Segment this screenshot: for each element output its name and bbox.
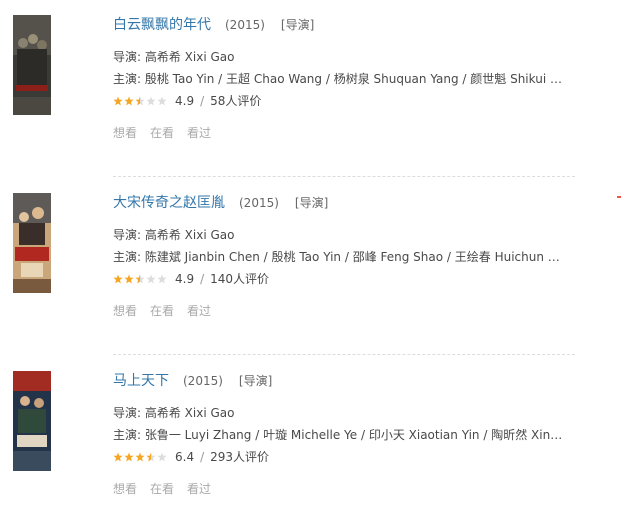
star-full-icon — [124, 452, 134, 462]
director-line: 导演: 高希希 Xixi Gao — [113, 228, 235, 242]
subject-title-link[interactable]: 大宋传奇之赵匡胤 — [113, 192, 225, 212]
star-half-icon — [146, 452, 156, 462]
watched-link[interactable]: 看过 — [187, 302, 211, 319]
subject-role: [导演] — [238, 374, 273, 388]
subject-year: (2015) — [183, 374, 223, 388]
star-half-icon — [135, 96, 145, 106]
watched-link[interactable]: 看过 — [187, 124, 211, 141]
rating-score: 4.9 — [175, 272, 195, 286]
star-empty-icon — [146, 274, 156, 284]
poster-image[interactable] — [13, 15, 51, 115]
star-empty-icon — [157, 452, 167, 462]
rating-score: 4.9 — [175, 94, 195, 108]
subject-title-link[interactable]: 马上天下 — [113, 370, 169, 390]
star-empty-icon — [157, 96, 167, 106]
subject-year: (2015) — [239, 196, 279, 210]
want-watch-link[interactable]: 想看 — [113, 302, 137, 319]
cast-line: 主演: 陈建斌 Jianbin Chen / 殷桃 Tao Yin / 邵峰 F… — [113, 250, 563, 264]
rating-stars — [113, 96, 167, 106]
rating-separator: / — [200, 272, 205, 286]
watched-link[interactable]: 看过 — [187, 480, 211, 497]
subject-role: [导演] — [294, 196, 329, 210]
rating-stars — [113, 452, 167, 462]
star-full-icon — [135, 452, 145, 462]
action-links: 想看 在看 看过 — [113, 480, 622, 497]
watching-link[interactable]: 在看 — [150, 480, 174, 497]
review-count: 293人评价 — [210, 450, 270, 464]
watching-link[interactable]: 在看 — [150, 302, 174, 319]
star-half-icon — [135, 274, 145, 284]
item-divider — [113, 176, 575, 177]
subject-item: 马上天下 (2015) [导演] 导演: 高希希 Xixi Gao 主演: 张鲁… — [0, 356, 622, 513]
review-count: 58人评价 — [210, 94, 262, 108]
star-empty-icon — [146, 96, 156, 106]
cast-line: 主演: 张鲁一 Luyi Zhang / 叶璇 Michelle Ye / 印小… — [113, 428, 563, 442]
poster-image[interactable] — [13, 193, 51, 293]
rating-row: 6.4 / 293人评价 — [113, 446, 622, 468]
rating-row: 4.9 / 140人评价 — [113, 268, 622, 290]
action-links: 想看 在看 看过 — [113, 302, 622, 319]
subject-title-link[interactable]: 白云飘飘的年代 — [113, 14, 211, 34]
director-line: 导演: 高希希 Xixi Gao — [113, 50, 235, 64]
star-full-icon — [113, 452, 123, 462]
rating-separator: / — [200, 450, 205, 464]
cast-line: 主演: 殷桃 Tao Yin / 王超 Chao Wang / 杨树泉 Shuq… — [113, 72, 563, 86]
subject-item: 大宋传奇之赵匡胤 (2015) [导演] 导演: 高希希 Xixi Gao 主演… — [0, 178, 622, 356]
action-links: 想看 在看 看过 — [113, 124, 622, 141]
star-full-icon — [113, 274, 123, 284]
star-full-icon — [113, 96, 123, 106]
director-line: 导演: 高希希 Xixi Gao — [113, 406, 235, 420]
rating-stars — [113, 274, 167, 284]
star-full-icon — [124, 96, 134, 106]
rating-separator: / — [200, 94, 205, 108]
rating-score: 6.4 — [175, 450, 195, 464]
poster-image[interactable] — [13, 371, 51, 471]
star-full-icon — [124, 274, 134, 284]
subject-year: (2015) — [225, 18, 265, 32]
review-count: 140人评价 — [210, 272, 270, 286]
subject-item: 白云飘飘的年代 (2015) [导演] 导演: 高希希 Xixi Gao 主演:… — [0, 0, 622, 178]
subject-role: [导演] — [280, 18, 315, 32]
want-watch-link[interactable]: 想看 — [113, 480, 137, 497]
star-empty-icon — [157, 274, 167, 284]
rating-row: 4.9 / 58人评价 — [113, 90, 622, 112]
want-watch-link[interactable]: 想看 — [113, 124, 137, 141]
watching-link[interactable]: 在看 — [150, 124, 174, 141]
item-divider — [113, 354, 575, 355]
